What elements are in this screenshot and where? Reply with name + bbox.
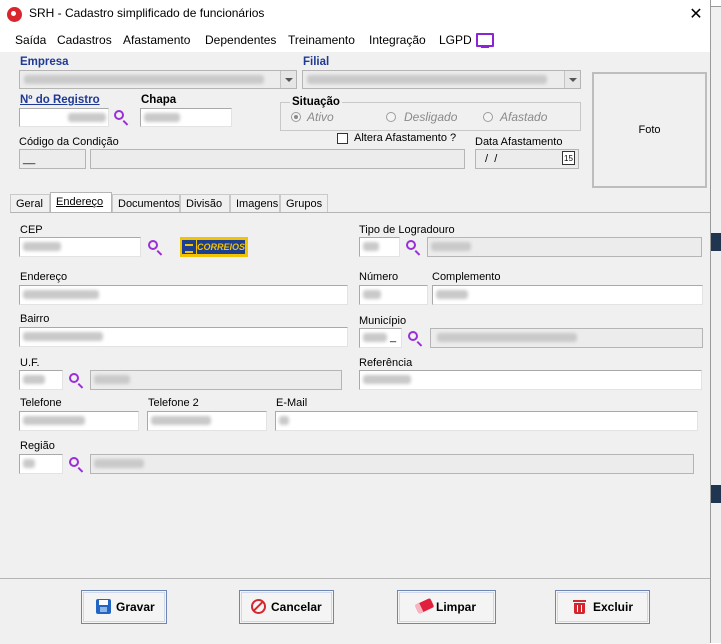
- cadastro-window: SRH - Cadastro simplificado de funcionár…: [0, 0, 711, 644]
- menu-saida[interactable]: Saída: [15, 33, 46, 47]
- search-icon[interactable]: [406, 240, 416, 250]
- regiao-description: [90, 454, 694, 474]
- numero-input[interactable]: [359, 285, 428, 305]
- cancelar-button[interactable]: Cancelar: [239, 590, 334, 624]
- eraser-icon: [414, 597, 435, 615]
- search-icon[interactable]: [69, 373, 79, 383]
- tipo-logradouro-label: Tipo de Logradouro: [359, 224, 455, 236]
- menu-treinamento[interactable]: Treinamento: [288, 33, 355, 47]
- filial-label: Filial: [303, 56, 330, 68]
- registro-input[interactable]: [19, 108, 109, 127]
- telefone2-label: Telefone 2: [148, 397, 199, 409]
- cancel-icon: [251, 599, 266, 614]
- correios-mark-icon: [182, 240, 196, 254]
- endereco-panel: [10, 212, 710, 579]
- referencia-label: Referência: [359, 357, 413, 369]
- chevron-down-icon[interactable]: [564, 71, 580, 88]
- tab-imagens[interactable]: Imagens: [230, 194, 280, 212]
- cep-input[interactable]: [19, 237, 141, 257]
- menu-bar: Saída Cadastros Afastamento Dependentes …: [0, 28, 710, 52]
- uf-description: [90, 370, 342, 390]
- menu-lgpd[interactable]: LGPD: [439, 33, 472, 47]
- calendar-icon[interactable]: 15: [562, 151, 575, 165]
- correios-label: CORREIOS: [197, 240, 246, 254]
- regiao-label: Região: [20, 440, 55, 452]
- codigo-condicao-description: [90, 149, 465, 169]
- search-icon[interactable]: [148, 240, 158, 250]
- regiao-input[interactable]: [19, 454, 63, 474]
- photo-box[interactable]: Foto: [592, 72, 707, 188]
- telefone-input[interactable]: [19, 411, 139, 431]
- save-icon: [96, 599, 111, 614]
- chevron-down-icon[interactable]: [280, 71, 296, 88]
- radio-ativo[interactable]: [291, 112, 301, 122]
- gravar-button[interactable]: Gravar: [81, 590, 167, 624]
- photo-label: Foto: [638, 124, 661, 136]
- municipio-label: Município: [359, 315, 407, 327]
- data-afastamento-label: Data Afastamento: [475, 136, 563, 148]
- limpar-button[interactable]: Limpar: [397, 590, 496, 624]
- endereco-label: Endereço: [20, 271, 68, 283]
- search-icon[interactable]: [69, 457, 79, 467]
- cancelar-label: Cancelar: [271, 600, 322, 614]
- menu-dependentes[interactable]: Dependentes: [205, 33, 276, 47]
- search-icon[interactable]: [408, 331, 418, 341]
- tab-endereco[interactable]: Endereço: [50, 192, 112, 213]
- menu-integracao[interactable]: Integração: [369, 33, 426, 47]
- excluir-button[interactable]: Excluir: [555, 590, 650, 624]
- radio-afastado[interactable]: [483, 112, 493, 122]
- bairro-input[interactable]: [19, 327, 348, 347]
- limpar-label: Limpar: [436, 600, 477, 614]
- window-title: SRH - Cadastro simplificado de funcionár…: [29, 6, 265, 20]
- codigo-condicao-label: Código da Condição: [19, 136, 119, 148]
- complemento-input[interactable]: [432, 285, 703, 305]
- email-input[interactable]: [275, 411, 698, 431]
- email-label: E-Mail: [276, 397, 308, 409]
- municipio-description: [430, 328, 703, 348]
- referencia-input[interactable]: [359, 370, 702, 390]
- tipo-logradouro-code[interactable]: [359, 237, 400, 257]
- chapa-label: Chapa: [141, 94, 177, 106]
- municipio-code-suffix: _: [390, 331, 397, 343]
- uf-label: U.F.: [20, 357, 40, 369]
- menu-afastamento[interactable]: Afastamento: [123, 33, 190, 47]
- telefone-label: Telefone: [20, 397, 62, 409]
- cep-label: CEP: [20, 224, 43, 236]
- tipo-logradouro-description: [427, 237, 702, 257]
- tab-divisao[interactable]: Divisão: [180, 194, 230, 212]
- altera-afastamento-label: Altera Afastamento ?: [354, 132, 457, 144]
- registro-label: Nº do Registro: [20, 94, 100, 106]
- altera-afastamento-checkbox[interactable]: [337, 133, 348, 144]
- radio-ativo-label: Ativo: [307, 110, 334, 124]
- radio-afastado-label: Afastado: [500, 110, 548, 124]
- empresa-label: Empresa: [20, 56, 69, 68]
- codigo-condicao-input[interactable]: __: [19, 149, 86, 169]
- complemento-label: Complemento: [432, 271, 501, 283]
- empresa-combo[interactable]: [19, 70, 297, 89]
- municipio-code[interactable]: _: [359, 328, 402, 348]
- menu-cadastros[interactable]: Cadastros: [57, 33, 112, 47]
- trash-icon: [573, 599, 586, 614]
- tab-documentos[interactable]: Documentos: [112, 194, 180, 212]
- tab-geral[interactable]: Geral: [10, 194, 50, 212]
- title-bar: SRH - Cadastro simplificado de funcionár…: [0, 0, 710, 28]
- radio-desligado-label: Desligado: [404, 110, 458, 124]
- bairro-label: Bairro: [20, 313, 50, 325]
- tab-grupos[interactable]: Grupos: [280, 194, 328, 212]
- correios-logo[interactable]: CORREIOS: [180, 237, 248, 257]
- excluir-label: Excluir: [593, 600, 634, 614]
- close-icon[interactable]: ✕: [686, 4, 706, 24]
- numero-label: Número: [359, 271, 399, 283]
- gravar-label: Gravar: [116, 600, 155, 614]
- situacao-label: Situação: [290, 96, 342, 108]
- search-icon[interactable]: [114, 110, 124, 120]
- filial-combo[interactable]: [302, 70, 581, 89]
- radio-desligado[interactable]: [386, 112, 396, 122]
- app-logo-icon: [7, 7, 22, 22]
- endereco-input[interactable]: [19, 285, 348, 305]
- monitor-icon[interactable]: [476, 33, 494, 48]
- uf-input[interactable]: [19, 370, 63, 390]
- chapa-input[interactable]: [140, 108, 232, 127]
- telefone2-input[interactable]: [147, 411, 267, 431]
